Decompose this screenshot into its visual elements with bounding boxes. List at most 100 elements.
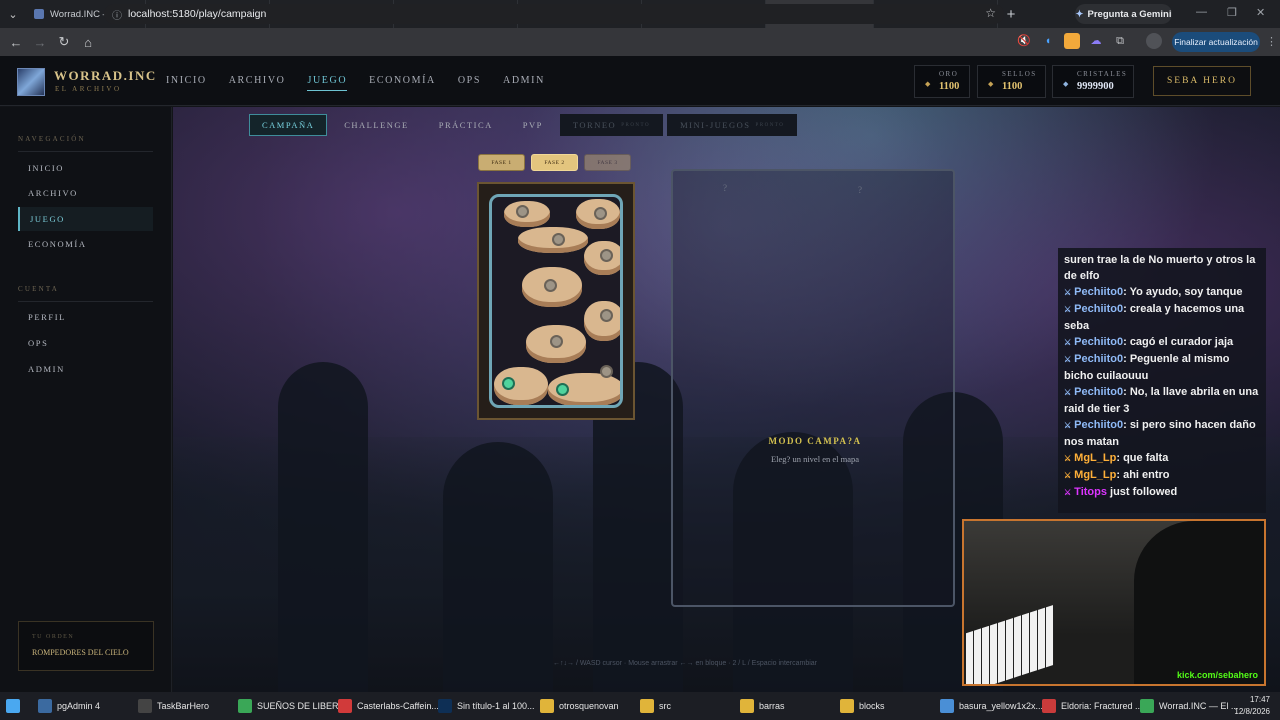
puzzle-extensions-icon[interactable]: ⧉ (1112, 33, 1128, 49)
campaign-map-card[interactable] (477, 182, 635, 420)
taskbar-app[interactable]: SUEÑOS DE LIBER... (232, 692, 346, 720)
browser-menu-icon[interactable]: ⋮ (1266, 35, 1277, 48)
map-level-node-unlocked[interactable] (556, 383, 569, 396)
taskbar-app[interactable]: blocks (834, 692, 934, 720)
sidebar-section-account: CUENTA (18, 285, 60, 293)
home-icon[interactable]: ⌂ (76, 35, 100, 50)
divider (18, 151, 153, 152)
chat-username: MgL_Lp (1074, 469, 1117, 481)
windows-start-icon[interactable] (0, 692, 32, 720)
map-level-node[interactable] (544, 279, 557, 292)
mode-tab[interactable]: PVP (510, 114, 556, 136)
phase-tabs: FASE 1 FASE 2 FASE 3 (478, 154, 637, 171)
maximize-icon[interactable]: ❐ (1227, 6, 1237, 19)
taskbar-app[interactable]: Sin título-1 al 100... (432, 692, 535, 720)
sidebar-item-perfil[interactable]: PERFIL (18, 305, 153, 329)
map-level-node[interactable] (552, 233, 565, 246)
map-level-node[interactable] (594, 207, 607, 220)
taskbar-app[interactable]: Casterlabs-Caffein... (332, 692, 439, 720)
sidebar-item-archivo[interactable]: ARCHIVO (18, 181, 153, 205)
sidebar-section-nav: NAVEGACIÓN (18, 135, 86, 143)
taskbar-app[interactable]: Worrad.INC — El ... (1134, 692, 1244, 720)
sidebar-item-inicio[interactable]: INICIO (18, 156, 153, 180)
minimize-icon[interactable]: — (1196, 6, 1207, 18)
bookmark-star-icon[interactable]: ☆ (985, 6, 996, 20)
chat-message: ⚔ Pechiito0: si pero sino hacen daño nos … (1064, 417, 1260, 450)
chat-user-badge-icon: ⚔ (1064, 355, 1072, 364)
taskbar-app[interactable]: src (634, 692, 734, 720)
update-button[interactable]: Finalizar actualización (1172, 32, 1260, 52)
nav-archivo[interactable]: ARCHIVO (229, 75, 286, 91)
chat-text: suren trae la de No muerto y otros la de… (1064, 254, 1256, 282)
chat-user-badge-icon: ⚔ (1064, 288, 1072, 297)
map-level-node-unlocked[interactable] (502, 377, 515, 390)
back-icon[interactable]: ← (4, 35, 28, 50)
cloud-extension-icon[interactable]: ☁ (1088, 33, 1104, 49)
sidebar-item-economia[interactable]: ECONOMÍA (18, 232, 153, 256)
logo-title[interactable]: WORRAD.INC (54, 68, 157, 84)
nav-juego[interactable]: JUEGO (307, 75, 348, 91)
logo-subtitle: EL ARCHIVO (55, 85, 122, 93)
gold-diamond-icon: ◆ (925, 80, 931, 88)
campaign-map[interactable] (489, 194, 623, 408)
taskbar-app[interactable]: basura_yellow1x2x... (934, 692, 1043, 720)
nav-admin[interactable]: ADMIN (503, 75, 545, 91)
taskbar-app[interactable]: pgAdmin 4 (32, 692, 132, 720)
app-header: WORRAD.INC EL ARCHIVO INICIO ARCHIVO JUEGO… (0, 56, 1280, 106)
taskbar-app[interactable]: TaskBarHero (132, 692, 232, 720)
gemini-button[interactable]: ✦ Pregunta a Gemini (1075, 4, 1172, 24)
knight-silhouette (278, 362, 368, 692)
sidebar-item-ops[interactable]: OPS (18, 331, 153, 355)
logo-emblem-icon[interactable] (17, 68, 45, 96)
taskbar-app-label: barras (759, 701, 785, 711)
chat-user-badge-icon: ⚔ (1064, 388, 1072, 397)
nav-inicio[interactable]: INICIO (166, 75, 207, 91)
sidebar-item-admin[interactable]: ADMIN (18, 357, 153, 381)
panel-mark: ? (723, 183, 727, 193)
mode-tab[interactable]: PRÁCTICA (426, 114, 506, 136)
taskbar-app[interactable]: otrosquenovan (534, 692, 634, 720)
chat-username: MgL_Lp (1074, 452, 1117, 464)
profile-avatar[interactable] (1146, 33, 1162, 49)
phase-tab[interactable]: FASE 2 (531, 154, 578, 171)
mode-tab[interactable]: CAMPAÑA (249, 114, 328, 136)
map-level-node[interactable] (600, 309, 613, 322)
phase-tab[interactable]: FASE 1 (478, 154, 525, 171)
sidebar-item-juego[interactable]: JUEGO (18, 207, 153, 231)
map-level-node[interactable] (550, 335, 563, 348)
chat-message: suren trae la de No muerto y otros la de… (1064, 252, 1260, 284)
map-level-node[interactable] (600, 365, 613, 378)
close-window-icon[interactable]: ✕ (1256, 6, 1265, 19)
hero-profile-button[interactable]: SEBA HERO (1153, 66, 1251, 96)
chat-username: Pechiito0 (1074, 286, 1124, 298)
phase-tab[interactable]: FASE 3 (584, 154, 631, 171)
order-card: TU ORDEN ROMPEDORES DEL CIELO (18, 621, 154, 671)
taskbar-app-icon (138, 699, 152, 713)
nav-ops[interactable]: OPS (458, 75, 481, 91)
mode-tab[interactable]: CHALLENGE (331, 114, 422, 136)
chat-text: cagó el curador jaja (1129, 336, 1234, 348)
site-info-icon[interactable]: ⓘ (112, 7, 122, 22)
seal-diamond-icon: ◆ (988, 80, 994, 88)
taskbar-app[interactable]: barras (734, 692, 834, 720)
sidebar: NAVEGACIÓN INICIO ARCHIVO JUEGO ECONOMÍA… (0, 107, 172, 692)
streamer-image (1134, 521, 1264, 684)
extension-icon[interactable] (1064, 33, 1080, 49)
panel-mark: ? (858, 185, 862, 195)
mute-icon[interactable]: 🔇 (1016, 33, 1032, 49)
map-level-node[interactable] (516, 205, 529, 218)
forward-icon[interactable]: → (28, 35, 52, 50)
taskbar-app-icon (640, 699, 654, 713)
stat-value: 1100 (939, 81, 960, 92)
taskbar-app-label: TaskBarHero (157, 701, 210, 711)
chat-message: ⚔ MgL_Lp: ahi entro (1064, 467, 1260, 484)
reload-icon[interactable]: ↻ (52, 34, 76, 50)
main-nav: INICIO ARCHIVO JUEGO ECONOMÍA OPS ADMIN (166, 75, 567, 91)
url-bar[interactable]: ⓘ localhost:5180/play/campaign ☆ (104, 4, 1004, 24)
system-clock[interactable]: 17:47 12/8/2026 (1234, 694, 1270, 718)
taskbar-app[interactable]: Eldoria: Fractured ... (1036, 692, 1143, 720)
map-level-node[interactable] (600, 249, 613, 262)
tab-search-chevron-icon[interactable]: ⌄ (0, 0, 26, 28)
speaker-extension-icon[interactable]: ◖ (1040, 33, 1056, 49)
nav-economía[interactable]: ECONOMÍA (369, 75, 436, 91)
